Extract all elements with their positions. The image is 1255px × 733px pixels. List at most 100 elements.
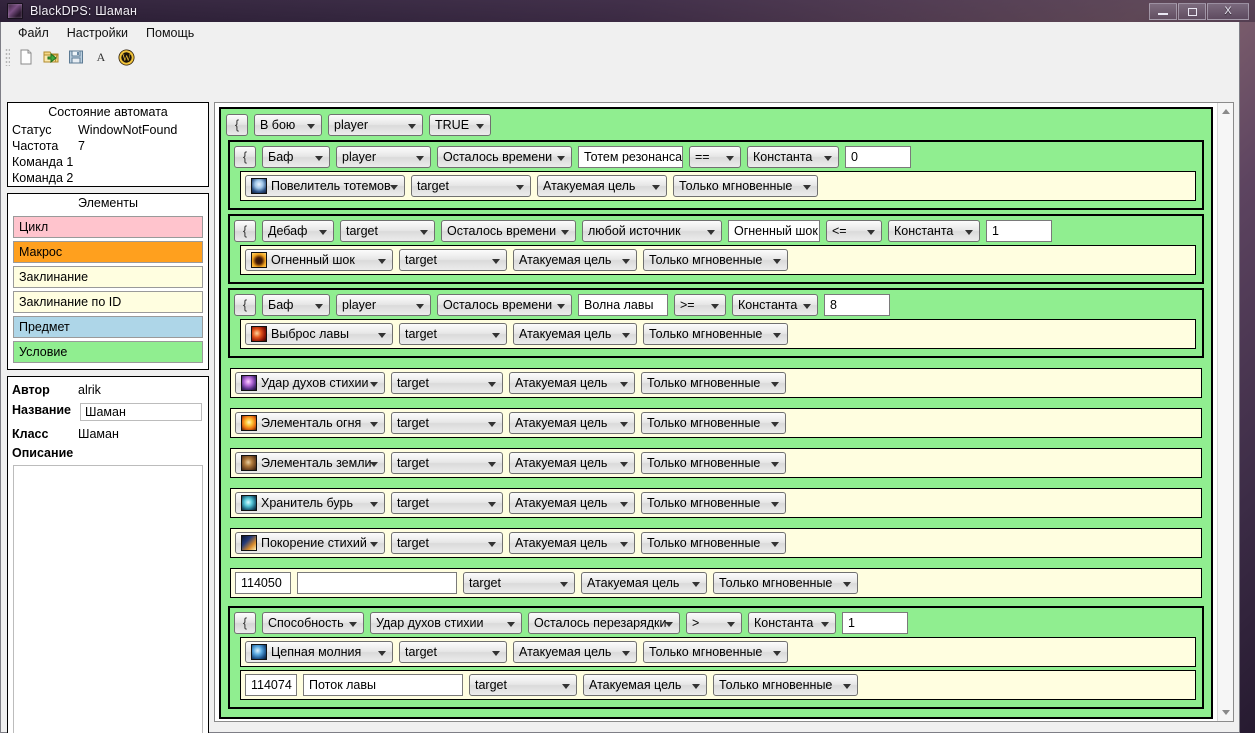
loop-combo-1[interactable]: player: [328, 114, 423, 136]
spell6-combo-0[interactable]: Хранитель бурь: [235, 492, 385, 514]
cond2-input-6[interactable]: 8: [824, 294, 890, 316]
cond9-input-5[interactable]: 1: [842, 612, 908, 634]
condition-brace[interactable]: {: [234, 294, 256, 316]
cond0-combo-2[interactable]: Осталось времени: [437, 146, 572, 168]
cond9-spell0-combo-3[interactable]: Только мгновенные: [643, 641, 788, 663]
spell7-combo-3[interactable]: Только мгновенные: [641, 532, 786, 554]
cond1-input-4[interactable]: Огненный шок: [728, 220, 820, 242]
condition-brace[interactable]: {: [234, 146, 256, 168]
cond1-spell0-combo-3[interactable]: Только мгновенные: [643, 249, 788, 271]
cond9-spell1-combo-4[interactable]: Только мгновенные: [713, 674, 858, 696]
cond0-spell0-combo-0[interactable]: Повелитель тотемов: [245, 175, 405, 197]
cond1-combo-0[interactable]: Дебаф: [262, 220, 334, 242]
condition-brace[interactable]: {: [234, 612, 256, 634]
spell7-combo-0[interactable]: Покорение стихий: [235, 532, 385, 554]
spell8-combo-2[interactable]: target: [463, 572, 575, 594]
spell6-combo-2[interactable]: Атакуемая цель: [509, 492, 635, 514]
cond2-combo-1[interactable]: player: [336, 294, 431, 316]
condition-brace[interactable]: {: [234, 220, 256, 242]
cond1-combo-3[interactable]: любой источник: [582, 220, 722, 242]
cond2-combo-5[interactable]: Константа: [732, 294, 818, 316]
spell8-input-1[interactable]: [297, 572, 457, 594]
cond0-spell0-combo-2[interactable]: Атакуемая цель: [537, 175, 667, 197]
cond1-spell0-combo-1[interactable]: target: [399, 249, 507, 271]
editor-scrollbar[interactable]: [1217, 103, 1233, 721]
cond9-combo-4[interactable]: Константа: [748, 612, 836, 634]
open-folder-icon[interactable]: [40, 46, 62, 68]
spell4-combo-1[interactable]: target: [391, 412, 503, 434]
scroll-up-button[interactable]: [1218, 103, 1233, 120]
spell7-combo-1[interactable]: target: [391, 532, 503, 554]
save-icon[interactable]: [65, 46, 87, 68]
cond0-input-6[interactable]: 0: [845, 146, 911, 168]
spell6-combo-1[interactable]: target: [391, 492, 503, 514]
spell3-combo-2[interactable]: Атакуемая цель: [509, 372, 635, 394]
spell8-combo-4[interactable]: Только мгновенные: [713, 572, 858, 594]
menu-item-2[interactable]: Помощь: [137, 23, 203, 43]
cond0-input-3[interactable]: Тотем резонанса: [578, 146, 683, 168]
cond2-combo-2[interactable]: Осталось времени: [437, 294, 572, 316]
spell5-combo-1[interactable]: target: [391, 452, 503, 474]
spell4-combo-3[interactable]: Только мгновенные: [641, 412, 786, 434]
cond1-combo-5[interactable]: <=: [826, 220, 882, 242]
cond0-combo-1[interactable]: player: [336, 146, 431, 168]
element-item-4[interactable]: Предмет: [13, 316, 203, 338]
toolbar-grip[interactable]: [5, 48, 10, 66]
cond1-spell0-combo-0[interactable]: Огненный шок: [245, 249, 393, 271]
cond1-combo-1[interactable]: target: [340, 220, 435, 242]
wow-logo-icon[interactable]: W: [115, 46, 137, 68]
cond9-spell1-input-0[interactable]: 114074: [245, 674, 297, 696]
title-input[interactable]: Шаман: [80, 403, 202, 421]
cond9-combo-1[interactable]: Удар духов стихии: [370, 612, 522, 634]
cond2-spell0-combo-1[interactable]: target: [399, 323, 507, 345]
cond0-spell0-combo-1[interactable]: target: [411, 175, 531, 197]
element-item-1[interactable]: Макрос: [13, 241, 203, 263]
new-file-icon[interactable]: [15, 46, 37, 68]
element-item-5[interactable]: Условие: [13, 341, 203, 363]
minimize-button[interactable]: [1149, 3, 1177, 20]
spell3-combo-1[interactable]: target: [391, 372, 503, 394]
cond9-spell1-combo-3[interactable]: Атакуемая цель: [583, 674, 707, 696]
cond2-spell0-combo-2[interactable]: Атакуемая цель: [513, 323, 637, 345]
spell4-combo-2[interactable]: Атакуемая цель: [509, 412, 635, 434]
cond0-combo-0[interactable]: Баф: [262, 146, 330, 168]
element-item-3[interactable]: Заклинание по ID: [13, 291, 203, 313]
cond1-combo-2[interactable]: Осталось времени: [441, 220, 576, 242]
cond0-spell0-combo-3[interactable]: Только мгновенные: [673, 175, 818, 197]
cond1-input-7[interactable]: 1: [986, 220, 1052, 242]
cond9-spell0-combo-2[interactable]: Атакуемая цель: [513, 641, 637, 663]
font-icon[interactable]: A: [90, 46, 112, 68]
description-input[interactable]: [13, 465, 203, 733]
cond0-combo-4[interactable]: ==: [689, 146, 741, 168]
loop-combo-0[interactable]: В бою: [254, 114, 322, 136]
spell5-combo-3[interactable]: Только мгновенные: [641, 452, 786, 474]
cond9-spell0-combo-0[interactable]: Цепная молния: [245, 641, 393, 663]
spell5-combo-0[interactable]: Элементаль земли: [235, 452, 385, 474]
cond2-combo-4[interactable]: >=: [674, 294, 726, 316]
cond2-spell0-combo-3[interactable]: Только мгновенные: [643, 323, 788, 345]
cond2-combo-0[interactable]: Баф: [262, 294, 330, 316]
cond9-combo-2[interactable]: Осталось перезарядки: [528, 612, 680, 634]
loop-combo-2[interactable]: TRUE: [429, 114, 491, 136]
spell8-combo-3[interactable]: Атакуемая цель: [581, 572, 707, 594]
cond9-spell1-combo-2[interactable]: target: [469, 674, 577, 696]
cond2-spell0-combo-0[interactable]: Выброс лавы: [245, 323, 393, 345]
spell6-combo-3[interactable]: Только мгновенные: [641, 492, 786, 514]
menu-item-1[interactable]: Настройки: [58, 23, 137, 43]
cond0-combo-5[interactable]: Константа: [747, 146, 839, 168]
cond1-combo-6[interactable]: Константа: [888, 220, 980, 242]
spell5-combo-2[interactable]: Атакуемая цель: [509, 452, 635, 474]
loop-brace[interactable]: {: [226, 114, 248, 136]
spell4-combo-0[interactable]: Элементаль огня: [235, 412, 385, 434]
element-item-0[interactable]: Цикл: [13, 216, 203, 238]
spell7-combo-2[interactable]: Атакуемая цель: [509, 532, 635, 554]
cond9-spell1-input-1[interactable]: Поток лавы: [303, 674, 463, 696]
scroll-down-button[interactable]: [1218, 704, 1233, 721]
cond1-spell0-combo-2[interactable]: Атакуемая цель: [513, 249, 637, 271]
spell3-combo-0[interactable]: Удар духов стихии: [235, 372, 385, 394]
element-item-2[interactable]: Заклинание: [13, 266, 203, 288]
menu-item-0[interactable]: Файл: [9, 23, 58, 43]
close-button[interactable]: X: [1207, 3, 1249, 20]
cond9-combo-3[interactable]: >: [686, 612, 742, 634]
cond9-spell0-combo-1[interactable]: target: [399, 641, 507, 663]
